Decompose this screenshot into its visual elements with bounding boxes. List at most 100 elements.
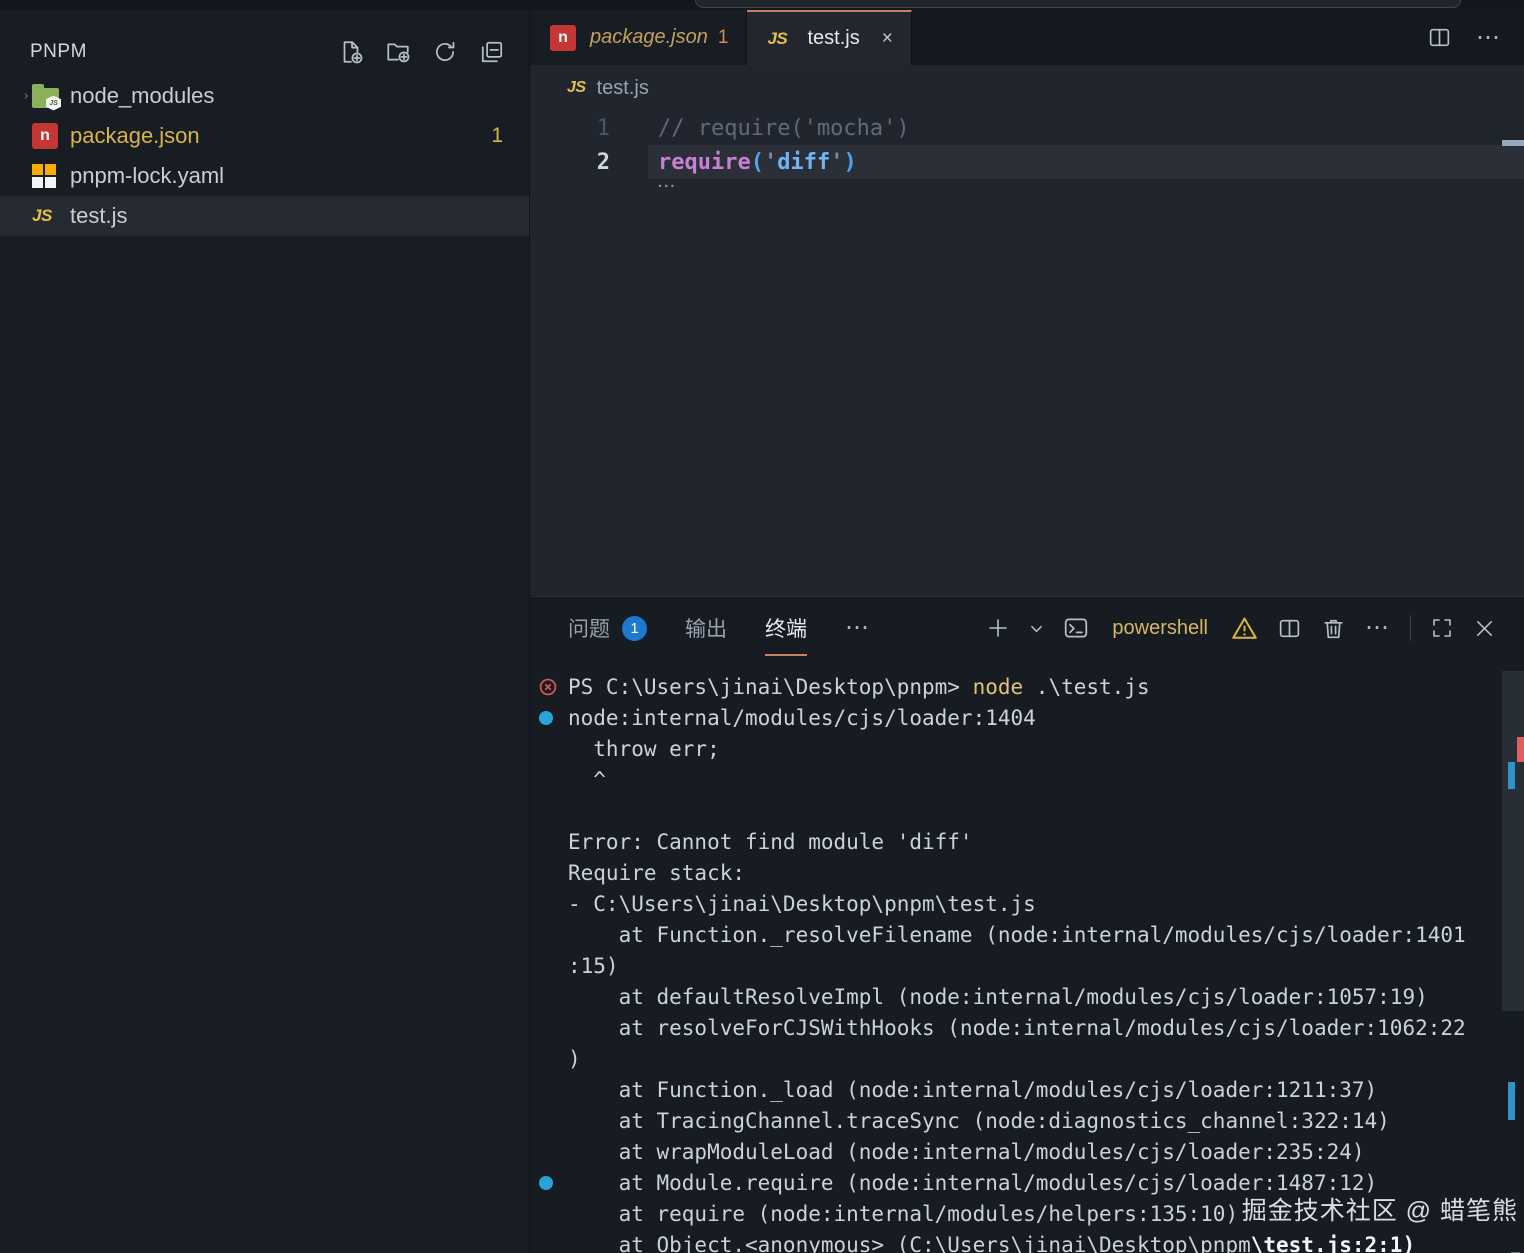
tree-item-test.js[interactable]: JS test.js <box>0 196 529 236</box>
divider <box>1410 615 1411 641</box>
tab-test.js[interactable]: JS test.js × <box>747 10 912 65</box>
panel-tabs: 问题 1 输出 终端 ⋯ <box>568 599 871 657</box>
panel-tab-终端[interactable]: 终端 <box>765 613 807 656</box>
terminal-name-label[interactable]: powershell <box>1112 617 1208 640</box>
command-mark-icon <box>530 1175 568 1190</box>
npm-icon: n <box>548 24 578 51</box>
code-text: require('diff') <box>658 149 857 175</box>
modified-badge: 1 <box>491 124 503 147</box>
tree-item-package.json[interactable]: n package.json 1 <box>0 116 529 156</box>
code-line[interactable]: 1 // require('mocha') <box>530 111 1524 145</box>
title-bar <box>0 0 1524 10</box>
bottom-panel: 问题 1 输出 终端 ⋯ powershell ⋯ PS C:\Users\ji… <box>530 598 1524 1253</box>
terminal-line: at TracingChannel.traceSync (node:diagno… <box>568 1108 1390 1133</box>
breadcrumb: JS test.js <box>530 65 1524 111</box>
line-number: 1 <box>596 115 610 141</box>
js-icon: JS <box>767 28 788 48</box>
js-icon: JS <box>567 79 586 96</box>
line-number: 2 <box>596 149 610 175</box>
tree-item-pnpm-lock.yaml[interactable]: pnpm-lock.yaml <box>0 156 529 196</box>
terminal-dropdown-chevron-icon[interactable] <box>1029 621 1044 636</box>
split-editor-icon[interactable] <box>1427 25 1452 50</box>
new-file-icon[interactable] <box>338 39 364 65</box>
code-text: // require('mocha') <box>658 115 910 141</box>
command-decoration-mark <box>1508 1082 1515 1120</box>
warning-icon[interactable] <box>1231 615 1258 642</box>
terminal-scrollbar[interactable] <box>1502 657 1524 1253</box>
panel-actions: powershell ⋯ <box>986 599 1496 657</box>
panel-tab-输出[interactable]: 输出 <box>685 613 727 643</box>
panel-more-icon[interactable]: ⋯ <box>1365 616 1391 640</box>
tree-item-node_modules[interactable]: JS node_modules <box>0 76 529 116</box>
terminal-line: node:internal/modules/cjs/loader:1404 <box>530 702 1502 733</box>
tree-item-label: pnpm-lock.yaml <box>70 163 225 188</box>
terminal-line: - C:\Users\jinai\Desktop\pnpm\test.js <box>568 891 1036 916</box>
new-folder-icon[interactable] <box>385 39 411 65</box>
tab-problem-badge: 1 <box>717 26 729 48</box>
code-line[interactable]: 2 require('diff') <box>530 145 1524 179</box>
terminal-line: at Function._load (node:internal/modules… <box>568 1077 1378 1102</box>
npm-icon: n <box>30 123 70 149</box>
chevron-right-icon[interactable] <box>0 86 30 106</box>
terminal-line: at Object.<anonymous> (C:\Users\jinai\De… <box>568 1232 1416 1253</box>
node-folder-icon: JS <box>30 83 70 111</box>
panel-tab-label: 终端 <box>765 618 807 641</box>
terminal-line: at wrapModuleLoad (node:internal/modules… <box>568 1139 1365 1164</box>
tabbar-actions: ⋯ <box>1427 10 1502 65</box>
tree-item-label: test.js <box>70 203 128 228</box>
sidebar: PNPM JS node_modules n package.json 1 pnpm-lo… <box>0 10 530 1253</box>
watermark-text: 掘金技术社区 @ 蜡笔熊 <box>1241 1197 1518 1225</box>
split-terminal-icon[interactable] <box>1277 616 1302 641</box>
file-tree: JS node_modules n package.json 1 pnpm-lock.ya… <box>0 76 529 236</box>
tab-package.json[interactable]: n package.json 1 <box>530 10 748 65</box>
problems-count-badge: 1 <box>622 615 647 641</box>
tab-label: test.js <box>807 27 860 49</box>
terminal-line: at Function._resolveFilename (node:inter… <box>568 922 1466 947</box>
scrollbar-thumb[interactable] <box>1502 671 1524 1011</box>
hint-dots: ... <box>658 174 677 191</box>
terminal-line: throw err; <box>568 736 720 761</box>
close-panel-icon[interactable] <box>1473 617 1496 640</box>
panel-header: 问题 1 输出 终端 ⋯ powershell ⋯ <box>530 599 1524 657</box>
command-decoration-mark <box>1508 762 1515 789</box>
sidebar-header: PNPM <box>0 10 529 76</box>
kill-terminal-trash-icon[interactable] <box>1321 616 1346 641</box>
vscode-window: PNPM JS node_modules n package.json 1 pnpm-lo… <box>0 0 1524 1253</box>
sidebar-title: PNPM <box>30 41 87 62</box>
command-failed-icon <box>530 678 568 696</box>
terminal-line: :15) <box>568 953 619 978</box>
terminal-line: ^ <box>568 767 606 792</box>
collapse-all-icon[interactable] <box>479 39 505 65</box>
refresh-icon[interactable] <box>432 39 458 65</box>
code-area[interactable]: 1 // require('mocha') 2 require('diff')... <box>530 111 1524 598</box>
command-center[interactable] <box>695 0 1461 8</box>
terminal-line: Require stack: <box>568 860 746 885</box>
terminal-line: at defaultResolveImpl (node:internal/mod… <box>568 984 1428 1009</box>
tree-item-label: node_modules <box>70 83 215 108</box>
editor-group: n package.json 1 JS test.js × ⋯ JS test.js 1 /… <box>530 10 1524 598</box>
terminal-line: ) <box>568 1046 581 1071</box>
terminal-line: Error: Cannot find module 'diff' <box>568 829 973 854</box>
panel-tab-label: 输出 <box>685 618 727 641</box>
error-decoration-mark <box>1517 737 1524 762</box>
command-mark-icon <box>530 710 568 725</box>
panel-tab-label: 问题 <box>568 618 610 641</box>
pnpm-icon <box>30 164 70 188</box>
overview-ruler-marker <box>1502 140 1524 146</box>
more-actions-icon[interactable]: ⋯ <box>1476 25 1502 49</box>
tab-label: package.json <box>590 26 708 48</box>
maximize-panel-icon[interactable] <box>1430 616 1454 640</box>
powershell-terminal-icon[interactable] <box>1063 615 1089 641</box>
panel-tabs-more-icon[interactable]: ⋯ <box>845 616 871 640</box>
terminal-output[interactable]: PS C:\Users\jinai\Desktop\pnpm> node .\t… <box>530 657 1502 1253</box>
panel-tab-问题[interactable]: 问题 1 <box>568 613 647 643</box>
tab-bar: n package.json 1 JS test.js × ⋯ <box>530 10 1524 65</box>
tab-strip: n package.json 1 JS test.js × <box>530 10 912 65</box>
new-terminal-icon[interactable] <box>986 616 1010 640</box>
breadcrumb-file[interactable]: test.js <box>597 77 649 100</box>
js-icon: JS <box>32 206 52 225</box>
terminal-line: at resolveForCJSWithHooks (node:internal… <box>568 1015 1466 1040</box>
close-tab-icon[interactable]: × <box>882 29 893 48</box>
tree-item-label: package.json <box>70 123 200 148</box>
